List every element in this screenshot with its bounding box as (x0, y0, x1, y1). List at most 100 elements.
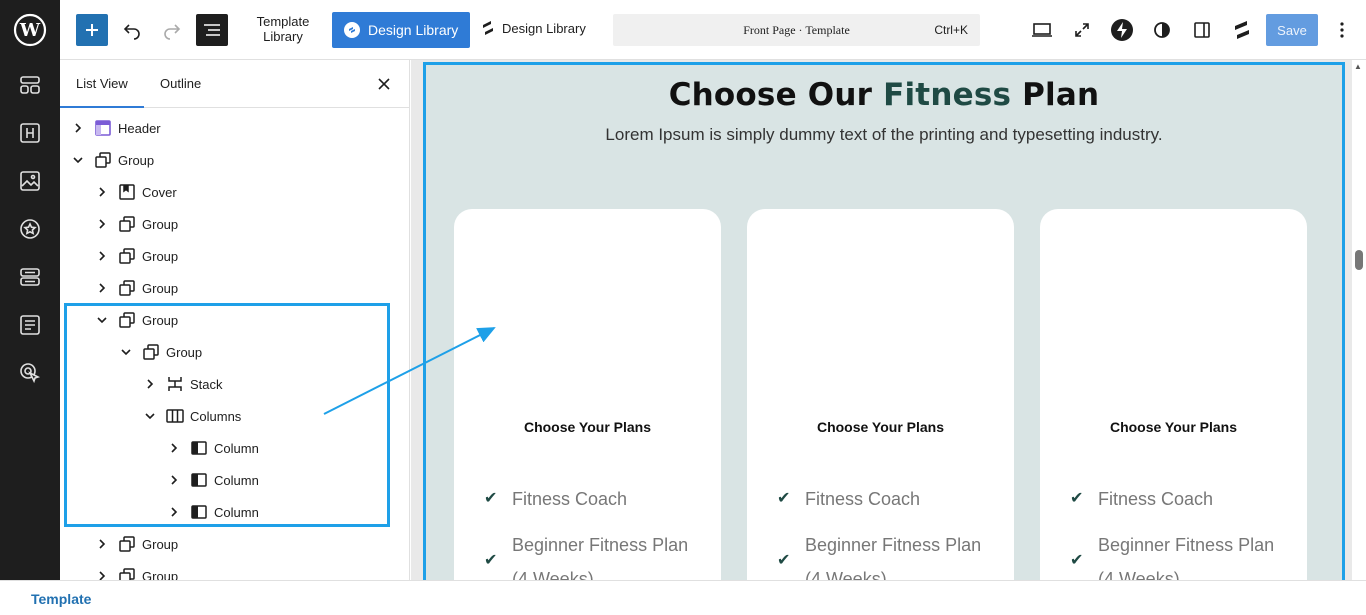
design-library-label: Design Library (368, 22, 459, 38)
chevron-right-icon[interactable] (94, 248, 110, 264)
tree-item-label: Group (142, 248, 179, 264)
check-icon: ✔ (484, 490, 498, 507)
chevron-right-icon[interactable] (94, 216, 110, 232)
document-title: Front Page · Template (743, 23, 850, 37)
design-library-button[interactable]: Design Library (332, 12, 470, 48)
admin-rail: W (0, 0, 60, 580)
check-icon: ✔ (777, 552, 791, 569)
group-icon (118, 247, 136, 265)
tree-item-label: Header (118, 120, 161, 136)
feature-text: Fitness Coach (805, 489, 921, 509)
group-icon (118, 567, 136, 580)
feature-text: Beginner Fitness Plan (805, 535, 982, 555)
plan-title: Choose Your Plans (816, 419, 945, 435)
stacked-blocks-icon[interactable] (18, 265, 42, 289)
add-block-button[interactable] (76, 14, 108, 46)
tree-item-group[interactable]: Group (94, 276, 178, 300)
tree-item-group[interactable]: Group (94, 532, 178, 556)
section-heading[interactable]: Choose Our Fitness Plan (426, 77, 1342, 113)
cover-icon (118, 183, 136, 201)
tree-item-group[interactable]: Group (94, 244, 178, 268)
heading-suffix: Plan (1022, 77, 1100, 113)
feature-item: ✔ Beginner Fitness Plan (4 Weeks) (484, 528, 688, 583)
feature-text: Beginner Fitness Plan (1098, 535, 1275, 555)
tree-item-label: Cover (142, 184, 177, 200)
plan-card[interactable]: Choose Your Plans ✔ Fitness Coach ✔ Beginner… (454, 209, 721, 583)
feature-item: ✔ Beginner Fitness Plan (4 Weeks) (777, 528, 982, 583)
group-icon (118, 535, 136, 553)
tree-item-label: Group (142, 280, 179, 296)
tree-item-group[interactable]: Group (94, 212, 178, 236)
design-library-secondary-button[interactable]: Design Library (480, 20, 586, 36)
panel-tabs: List View Outline (60, 60, 409, 108)
design-library-secondary-label: Design Library (502, 20, 586, 36)
group-icon (118, 279, 136, 297)
feature-item: ✔ Fitness Coach (1070, 482, 1213, 516)
plan-title: Choose Your Plans (1109, 419, 1238, 435)
check-icon: ✔ (777, 490, 791, 507)
section-subtitle[interactable]: Lorem Ipsum is simply dummy text of the … (426, 125, 1342, 145)
stackable-icon (480, 20, 496, 36)
feature-text: Fitness Coach (512, 489, 628, 509)
close-icon[interactable] (374, 74, 394, 94)
contrast-icon[interactable] (1146, 14, 1178, 46)
chevron-right-icon[interactable] (94, 536, 110, 552)
form-icon[interactable] (18, 313, 42, 337)
cursor-click-icon[interactable] (18, 361, 42, 385)
stackable-settings-icon[interactable] (1226, 14, 1258, 46)
command-shortcut: Ctrl+K (934, 23, 968, 37)
template-part-icon (94, 119, 112, 137)
group-icon (118, 215, 136, 233)
chevron-right-icon[interactable] (94, 568, 110, 580)
chevron-down-icon[interactable] (70, 152, 86, 168)
scroll-up-icon[interactable]: ▲ (1354, 62, 1362, 71)
tab-outline[interactable]: Outline (160, 60, 201, 108)
feature-text: Fitness Coach (1098, 489, 1214, 509)
tree-item-header[interactable]: Header (70, 116, 161, 140)
chevron-right-icon[interactable] (70, 120, 86, 136)
tree-item-label: Group (118, 152, 155, 168)
selection-highlight (64, 303, 390, 527)
fullscreen-icon[interactable] (1066, 14, 1098, 46)
chevron-right-icon[interactable] (94, 280, 110, 296)
chevron-right-icon[interactable] (94, 184, 110, 200)
tree-item-cover[interactable]: Cover (94, 180, 177, 204)
tree-item-group[interactable]: Group (70, 148, 154, 172)
design-library-icon (344, 22, 360, 38)
command-palette[interactable]: Front Page · Template Ctrl+K (613, 14, 980, 46)
settings-sidebar-icon[interactable] (1186, 14, 1218, 46)
scrollbar-thumb[interactable] (1355, 250, 1363, 270)
feature-item: ✔ Fitness Coach (777, 482, 920, 516)
wordpress-logo-icon[interactable]: W (10, 10, 50, 50)
patterns-icon[interactable] (18, 73, 42, 97)
svg-text:W: W (19, 20, 41, 41)
more-options-icon[interactable] (1326, 14, 1358, 46)
image-icon[interactable] (18, 169, 42, 193)
undo-icon[interactable] (116, 14, 148, 46)
breadcrumb[interactable]: Template (31, 591, 91, 607)
list-view-panel: List View Outline Header Group Cover Group G… (60, 60, 410, 580)
tree-item-label: Group (142, 536, 179, 552)
plan-title: Choose Your Plans (523, 419, 652, 435)
heading-prefix: Choose Our (668, 77, 873, 113)
plan-card[interactable]: Choose Your Plans ✔ Fitness Coach ✔ Beginner… (747, 209, 1014, 583)
star-badge-icon[interactable] (18, 217, 42, 241)
check-icon: ✔ (1070, 490, 1084, 507)
editor-footer: Template (0, 580, 1366, 615)
desktop-preview-icon[interactable] (1026, 14, 1058, 46)
plan-card[interactable]: Choose Your Plans ✔ Fitness Coach ✔ Beginner… (1040, 209, 1307, 583)
pricing-section[interactable]: Choose Our Fitness Plan Lorem Ipsum is s… (423, 62, 1345, 586)
check-icon: ✔ (1070, 552, 1084, 569)
canvas-scrollbar[interactable]: ▲ (1352, 60, 1366, 580)
tab-list-view[interactable]: List View (60, 60, 144, 108)
redo-icon[interactable] (156, 14, 188, 46)
heading-icon[interactable] (18, 121, 42, 145)
tree-item-group[interactable]: Group (94, 564, 178, 580)
check-icon: ✔ (484, 552, 498, 569)
tree-item-label: Group (142, 568, 179, 581)
plugin-bolt-icon[interactable] (1106, 14, 1138, 46)
save-button[interactable]: Save (1266, 14, 1318, 46)
feature-item: ✔ Beginner Fitness Plan (4 Weeks) (1070, 528, 1275, 583)
template-library-button[interactable]: Template Library (246, 14, 320, 44)
list-view-toggle[interactable] (196, 14, 228, 46)
